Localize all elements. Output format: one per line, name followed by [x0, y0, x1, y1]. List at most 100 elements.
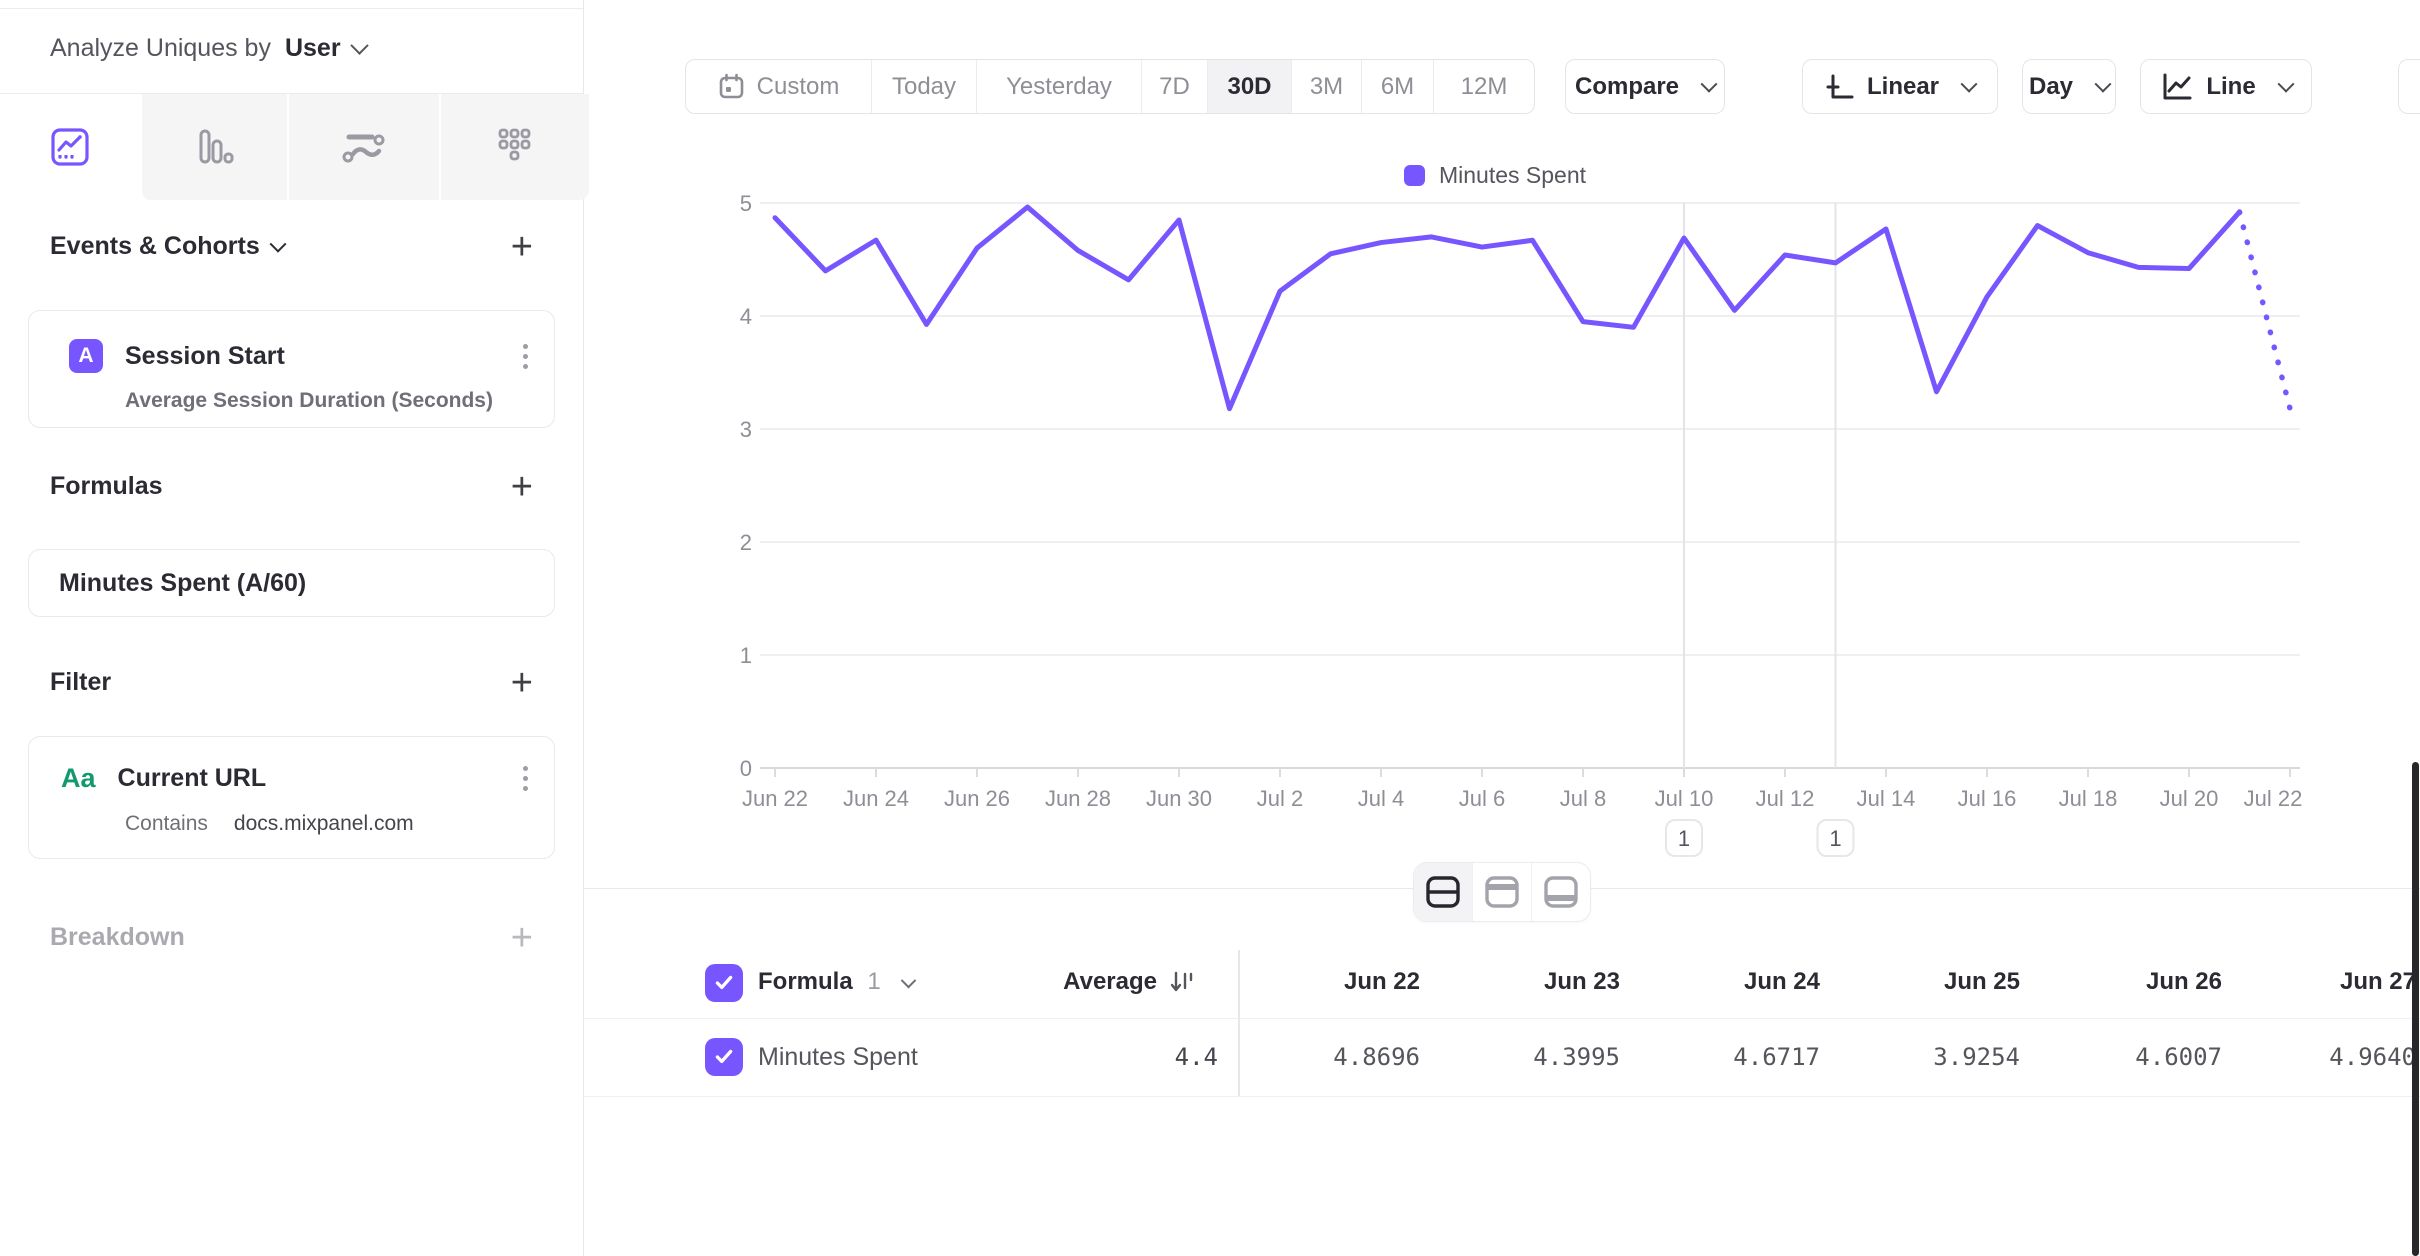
string-property-icon: Aa	[61, 763, 96, 794]
filter-operator[interactable]: Contains	[125, 812, 208, 836]
range-3m[interactable]: 3M	[1291, 60, 1361, 113]
events-cohorts-title[interactable]: Events & Cohorts	[50, 232, 260, 261]
x-axis-label: Jul 6	[1459, 786, 1505, 811]
top-panel-icon	[1483, 875, 1521, 909]
filter-title: Filter	[50, 668, 111, 697]
range-yesterday[interactable]: Yesterday	[976, 60, 1141, 113]
y-axis-label: 0	[740, 756, 752, 781]
cell-value: 4.9640	[2329, 1043, 2416, 1071]
legend-label[interactable]: Minutes Spent	[1439, 162, 1586, 189]
interval-dropdown[interactable]: Day	[2022, 59, 2116, 114]
x-axis-label: Jun 24	[843, 786, 909, 811]
x-axis-label: Jul 14	[1857, 786, 1916, 811]
row-checkbox[interactable]	[705, 1038, 743, 1076]
line-chart[interactable]: 01234511Jun 22Jun 24Jun 26Jun 28Jun 30Ju…	[700, 190, 2320, 880]
kebab-menu-icon[interactable]	[523, 344, 528, 369]
date-range-picker: CustomTodayYesterday7D30D3M6M12M	[685, 59, 1535, 114]
interval-label: Day	[2029, 73, 2073, 101]
date-column-header[interactable]: Jun 25	[1944, 968, 2020, 996]
x-axis-label: Jun 26	[944, 786, 1010, 811]
top-divider	[0, 8, 583, 9]
cell-value: 4.6717	[1733, 1043, 1820, 1071]
svg-text:1: 1	[1829, 826, 1841, 851]
event-aggregation[interactable]: Average Session Duration (Seconds)	[125, 389, 528, 413]
line-chart-icon	[2160, 72, 2194, 102]
x-axis-label: Jun 30	[1146, 786, 1212, 811]
select-all-checkbox[interactable]	[705, 964, 743, 1002]
annotation-marker[interactable]: 1	[1666, 820, 1702, 856]
annotation-marker[interactable]: 1	[1818, 820, 1854, 856]
chevron-down-icon[interactable]	[350, 36, 368, 54]
table-column-divider	[1238, 950, 1240, 1096]
event-name[interactable]: Session Start	[125, 342, 285, 371]
y-axis-label: 2	[740, 530, 752, 555]
cell-value: 4.6007	[2135, 1043, 2222, 1071]
bottom-panel-icon	[1542, 875, 1580, 909]
compare-button[interactable]: Compare	[1565, 59, 1725, 114]
event-letter-badge: A	[69, 339, 103, 373]
visualization-tabs	[0, 93, 583, 200]
add-formula-button[interactable]: +	[511, 477, 533, 497]
y-axis-label: 1	[740, 643, 752, 668]
flows-icon	[339, 124, 389, 170]
row-average-value: 4.4	[1175, 1043, 1218, 1071]
kebab-menu-icon[interactable]	[523, 766, 528, 791]
grid-icon	[492, 124, 538, 170]
events-cohorts-header: Events & Cohorts +	[50, 232, 533, 261]
analyze-value-dropdown[interactable]: User	[285, 34, 341, 63]
vertical-scrollbar[interactable]	[2412, 762, 2419, 1256]
range-7d[interactable]: 7D	[1141, 60, 1207, 113]
layout-split-button[interactable]	[1414, 863, 1472, 921]
scale-dropdown[interactable]: Linear	[1802, 59, 1998, 114]
formula-card[interactable]: Minutes Spent (A/60)	[28, 549, 555, 617]
formula-name[interactable]: Minutes Spent (A/60)	[59, 569, 306, 598]
calendar-icon	[718, 73, 745, 100]
results-table-row[interactable]: Minutes Spent 4.4 4.86964.39954.67173.92…	[583, 1018, 2420, 1097]
add-breakdown-button[interactable]: +	[511, 928, 533, 948]
date-column-header[interactable]: Jun 23	[1544, 968, 1620, 996]
range-30d[interactable]: 30D	[1207, 60, 1291, 113]
x-axis-label: Jul 18	[2059, 786, 2118, 811]
date-column-header[interactable]: Jun 22	[1344, 968, 1420, 996]
analyze-uniques-row: Analyze Uniques by User	[50, 34, 366, 63]
chart-type-dropdown[interactable]: Line	[2140, 59, 2312, 114]
chart-legend: Minutes Spent	[1404, 162, 1586, 189]
cell-value: 3.9254	[1933, 1043, 2020, 1071]
incomplete-series-segment	[2240, 212, 2291, 409]
average-column-header[interactable]: Average	[1063, 968, 1195, 996]
y-axis-label: 5	[740, 191, 752, 216]
layout-table-only-button[interactable]	[1531, 863, 1590, 921]
filter-card[interactable]: Aa Current URL Contains docs.mixpanel.co…	[28, 736, 555, 859]
row-label[interactable]: Minutes Spent	[758, 1043, 918, 1072]
range-today[interactable]: Today	[871, 60, 976, 113]
insights-line-icon	[47, 124, 93, 170]
filter-property-name[interactable]: Current URL	[118, 764, 267, 793]
layout-chart-only-button[interactable]	[1472, 863, 1531, 921]
chevron-down-icon[interactable]	[269, 235, 286, 252]
sidebar-tab-insights-line-tab[interactable]	[0, 94, 140, 200]
event-card[interactable]: A Session Start Average Session Duration…	[28, 310, 555, 428]
range-12m[interactable]: 12M	[1433, 60, 1534, 113]
filter-header: Filter +	[50, 668, 533, 697]
chart-type-label: Line	[2206, 73, 2255, 101]
sidebar-tab-grid-tab[interactable]	[439, 94, 589, 200]
results-table-header: Formula 1 Average Jun 22 Jun 23 Jun 24 Jun …	[583, 950, 2420, 1018]
add-event-button[interactable]: +	[511, 237, 533, 257]
date-column-header[interactable]: Jun 27	[2340, 968, 2416, 996]
add-filter-button[interactable]: +	[511, 673, 533, 693]
date-column-header[interactable]: Jun 24	[1744, 968, 1820, 996]
sidebar-tab-flows-tab[interactable]	[287, 94, 439, 200]
svg-text:1: 1	[1678, 826, 1690, 851]
x-axis-label: Jul 4	[1358, 786, 1404, 811]
x-axis-label: Jul 20	[2160, 786, 2219, 811]
x-axis-label: Jun 22	[742, 786, 808, 811]
sidebar-tab-bar-chart-tab[interactable]	[140, 94, 287, 200]
filter-value[interactable]: docs.mixpanel.com	[234, 812, 414, 836]
query-builder-sidebar: Analyze Uniques by User	[0, 0, 584, 1256]
date-column-header[interactable]: Jun 26	[2146, 968, 2222, 996]
group-column-header[interactable]: Formula 1	[758, 968, 914, 996]
range-custom[interactable]: Custom	[686, 60, 871, 113]
range-6m[interactable]: 6M	[1361, 60, 1433, 113]
series-line[interactable]	[775, 207, 2240, 409]
cut-off-button[interactable]	[2398, 59, 2420, 114]
